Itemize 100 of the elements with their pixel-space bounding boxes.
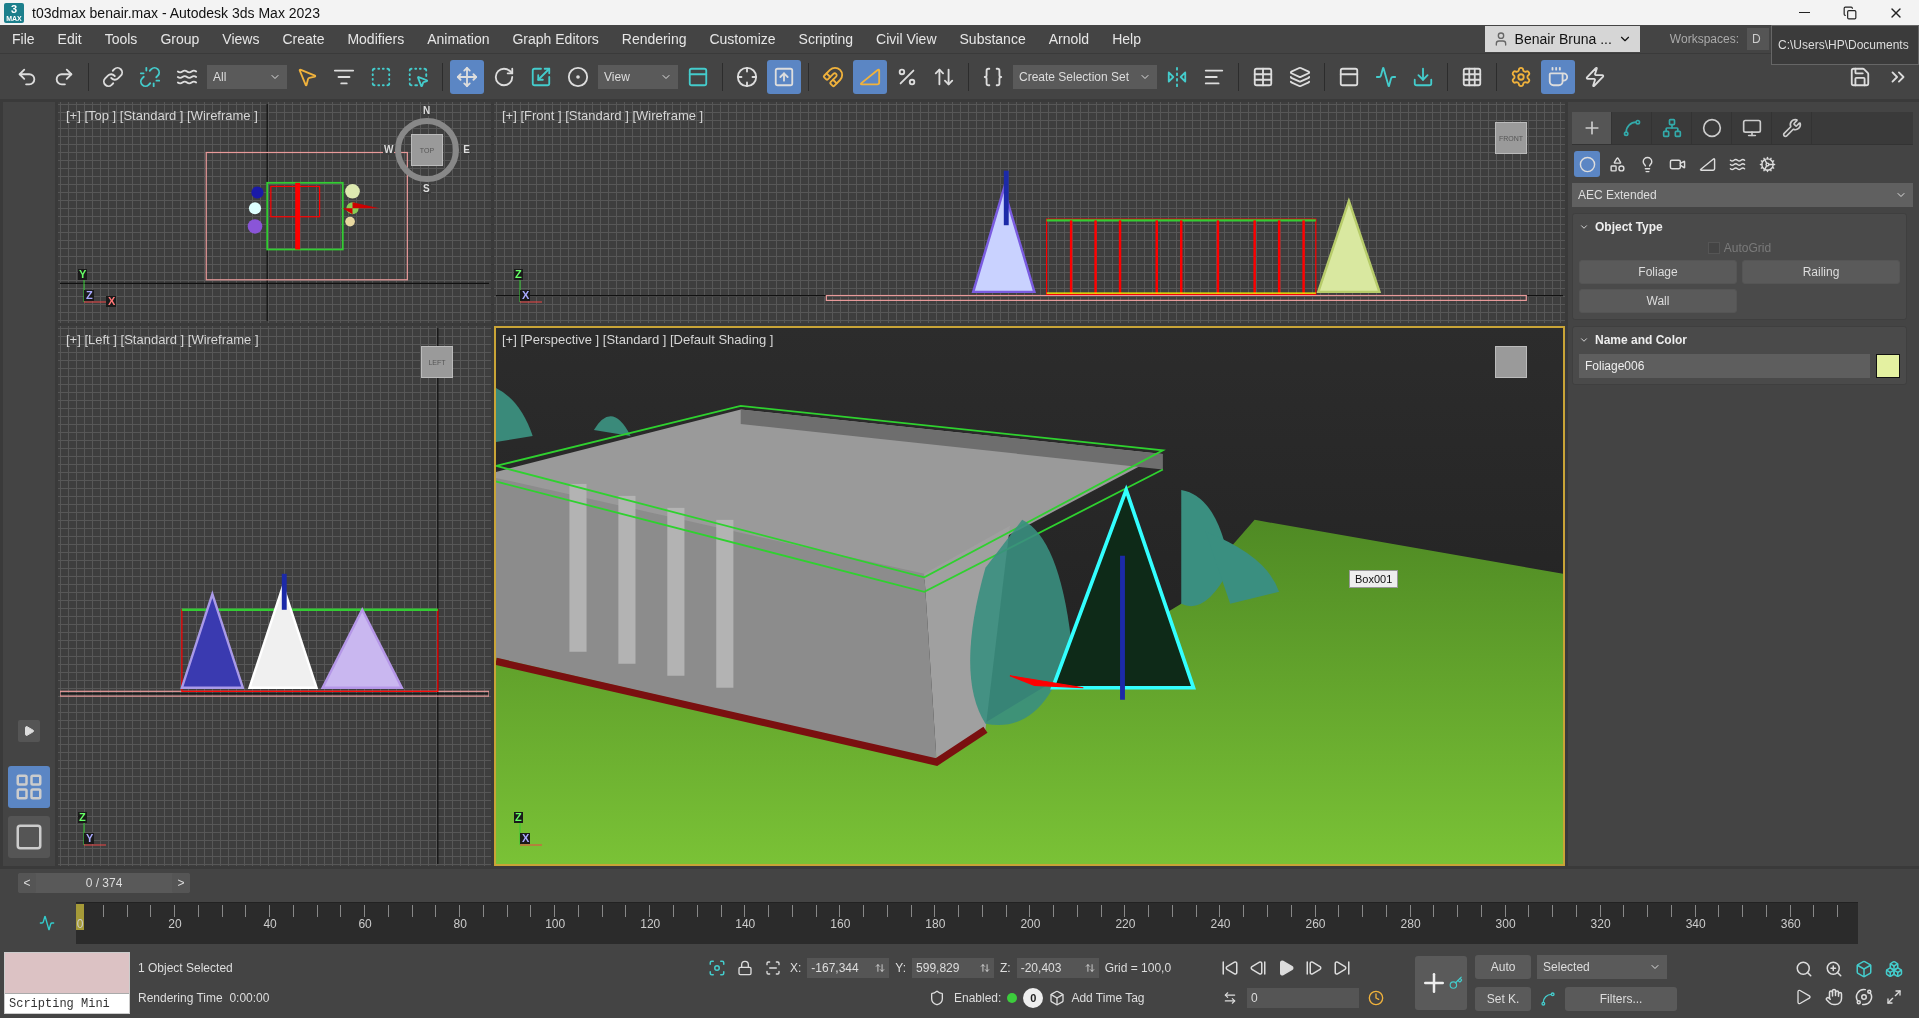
tick-label: 40 xyxy=(263,917,277,931)
set-key-mode-button[interactable]: Set K. xyxy=(1475,987,1532,1011)
move-icon xyxy=(456,65,478,88)
menu-item[interactable]: Scripting xyxy=(786,25,865,53)
tick-label: 180 xyxy=(925,917,946,931)
angle-button[interactable] xyxy=(853,59,887,94)
rollout-header[interactable]: Object Type xyxy=(1579,218,1900,236)
wrench-icon xyxy=(1781,118,1802,138)
mirror-icon xyxy=(1166,65,1189,88)
move-button[interactable] xyxy=(450,59,484,94)
tick-label: 120 xyxy=(640,917,661,931)
frame-field[interactable]: 0 xyxy=(1247,988,1360,1008)
workspaces-label: Workspaces: xyxy=(1669,32,1739,46)
object-type-button[interactable]: Wall xyxy=(1579,289,1737,313)
filters-button[interactable]: Filters... xyxy=(1565,987,1678,1011)
menu-item[interactable]: Animation xyxy=(415,25,501,53)
play-icon xyxy=(23,725,35,737)
toolbar-dropdown[interactable]: All xyxy=(207,64,287,89)
previous-frame-button[interactable]: < xyxy=(18,873,36,893)
frame-counter: 0 / 374 xyxy=(85,876,123,890)
focus-icon xyxy=(708,959,726,977)
menu-item[interactable]: Help xyxy=(1100,25,1152,53)
menu-item[interactable]: Modifiers xyxy=(335,25,416,53)
menu-item[interactable]: Substance xyxy=(947,25,1037,53)
x-coordinate-field[interactable]: -167,344 xyxy=(807,958,890,978)
braces-icon xyxy=(982,65,1004,88)
plus-tab[interactable] xyxy=(1572,112,1612,144)
color-swatch[interactable] xyxy=(1876,354,1900,378)
menu-item[interactable]: Rendering xyxy=(609,25,698,53)
scale-icon xyxy=(530,65,552,88)
toolbar-dropdown[interactable]: Create Selection Set xyxy=(1013,64,1158,89)
category-dropdown[interactable]: AEC Extended xyxy=(1572,183,1913,207)
play-button[interactable] xyxy=(18,720,40,742)
pan-button[interactable] xyxy=(1823,986,1845,1008)
menu-item[interactable]: Group xyxy=(148,25,211,53)
monitor-icon xyxy=(1741,118,1762,138)
viewport-label[interactable]: [+] [Top ] [Standard ] [Wireframe ] xyxy=(66,108,258,123)
panel-icon xyxy=(1338,65,1361,88)
arrow-up-square-icon xyxy=(773,65,795,88)
zoom-in-icon xyxy=(1825,960,1843,978)
sphere-icon xyxy=(1578,155,1596,173)
arrow-up-square-button[interactable] xyxy=(767,59,801,94)
next-frame-button[interactable]: > xyxy=(172,873,190,893)
menu-item[interactable]: Tools xyxy=(92,25,149,53)
teapot-icon xyxy=(1547,65,1570,88)
workspaces-dropdown[interactable]: D xyxy=(1747,28,1769,50)
clock-icon xyxy=(1368,990,1385,1006)
render-time: Rendering Time 0:00:00 xyxy=(138,991,271,1005)
viewport-label[interactable]: [+] [Left ] [Standard ] [Wireframe ] xyxy=(66,332,259,347)
key-icon xyxy=(1449,976,1464,990)
sphere-button[interactable] xyxy=(1574,151,1600,177)
tick-label: 80 xyxy=(453,917,467,931)
menu-item[interactable]: Graph Editors xyxy=(500,25,610,53)
object-name-field[interactable]: Foliage006 xyxy=(1579,354,1870,378)
tick-label: 20 xyxy=(168,917,182,931)
menu-item[interactable]: Civil View xyxy=(864,25,948,53)
auto-key-button[interactable]: Auto xyxy=(1475,955,1532,979)
viewport[interactable]: [+] [Perspective ] [Standard ] [Default Shading ] Z X Box001 xyxy=(494,326,1565,866)
axis-tripod: Z X xyxy=(514,269,554,307)
teapot-button[interactable] xyxy=(1541,59,1576,94)
zoom-extents-all-button[interactable] xyxy=(1883,958,1905,980)
tag-count-button[interactable]: 0 xyxy=(1023,988,1044,1008)
lock-icon xyxy=(737,960,753,976)
timeline-ruler[interactable]: 0 20 40 60 80 100 120 140 160 180 200 220 240 260 280 300 320 340 360 xyxy=(76,902,1858,944)
object-name-tag: Box001 xyxy=(1349,570,1399,588)
menu-item[interactable]: Views xyxy=(210,25,271,53)
orbit-button[interactable] xyxy=(1853,986,1875,1008)
curve-icon xyxy=(1375,65,1398,88)
viewport-label[interactable]: [+] [Perspective ] [Standard ] [Default Shading ] xyxy=(502,332,774,347)
key-filter-dropdown[interactable]: Selected xyxy=(1537,955,1668,979)
menu-item[interactable]: Customize xyxy=(697,25,787,53)
menu-item[interactable]: Edit xyxy=(45,25,93,53)
script-input-field[interactable]: Scripting Mini xyxy=(5,993,129,1013)
single-pane-icon xyxy=(14,822,44,852)
object-type-button[interactable]: Foliage xyxy=(1579,260,1737,284)
compass-letter: S xyxy=(422,184,431,194)
gears-icon xyxy=(1758,155,1776,173)
toolbar-dropdown[interactable]: View xyxy=(598,64,678,89)
object-type-button[interactable]: Railing xyxy=(1742,260,1900,284)
hand-icon xyxy=(1825,988,1843,1006)
play-icon xyxy=(1277,959,1296,977)
link-icon xyxy=(102,65,124,88)
y-coordinate-field[interactable]: 599,829 xyxy=(912,958,995,978)
user-menu[interactable]: Benair Bruna ... xyxy=(1484,26,1640,52)
menu-item[interactable]: File xyxy=(0,25,46,53)
rollout-header[interactable]: Name and Color xyxy=(1579,331,1900,349)
time-slider-thumb[interactable]: < 0 / 374 > xyxy=(18,873,190,893)
add-time-tag-link[interactable]: Add Time Tag xyxy=(1071,991,1145,1005)
menu-item[interactable]: Arnold xyxy=(1036,25,1101,53)
menu-item[interactable]: Create xyxy=(270,25,336,53)
viewport-layout-button[interactable] xyxy=(8,816,50,858)
tick-label: 0 xyxy=(76,917,84,931)
lightning-icon xyxy=(1584,65,1607,88)
z-coordinate-field[interactable]: -20,403 xyxy=(1016,958,1099,978)
step-back-icon xyxy=(1249,959,1268,977)
set-key-button[interactable] xyxy=(1415,956,1468,1010)
compass-letter: N xyxy=(422,106,432,116)
viewport-label[interactable]: [+] [Front ] [Standard ] [Wireframe ] xyxy=(502,108,704,123)
tick-label: 360 xyxy=(1780,917,1801,931)
tick-label: 320 xyxy=(1590,917,1611,931)
